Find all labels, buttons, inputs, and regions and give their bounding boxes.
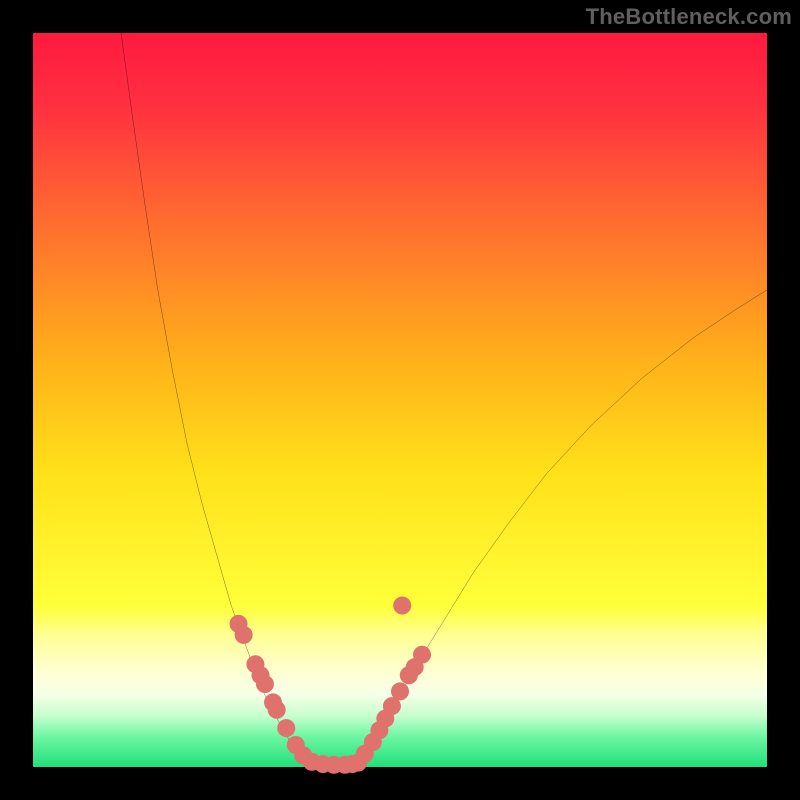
data-marker <box>256 675 274 693</box>
data-marker <box>391 682 409 700</box>
data-marker <box>268 701 286 719</box>
chart-frame: TheBottleneck.com <box>0 0 800 800</box>
curve-left-branch <box>121 33 312 763</box>
data-marker <box>413 646 431 664</box>
curve-right-branch <box>356 290 767 763</box>
data-marker <box>277 719 295 737</box>
chart-svg <box>33 33 767 767</box>
data-marker <box>235 626 253 644</box>
watermark-text: TheBottleneck.com <box>586 4 792 30</box>
data-marker <box>393 597 411 615</box>
